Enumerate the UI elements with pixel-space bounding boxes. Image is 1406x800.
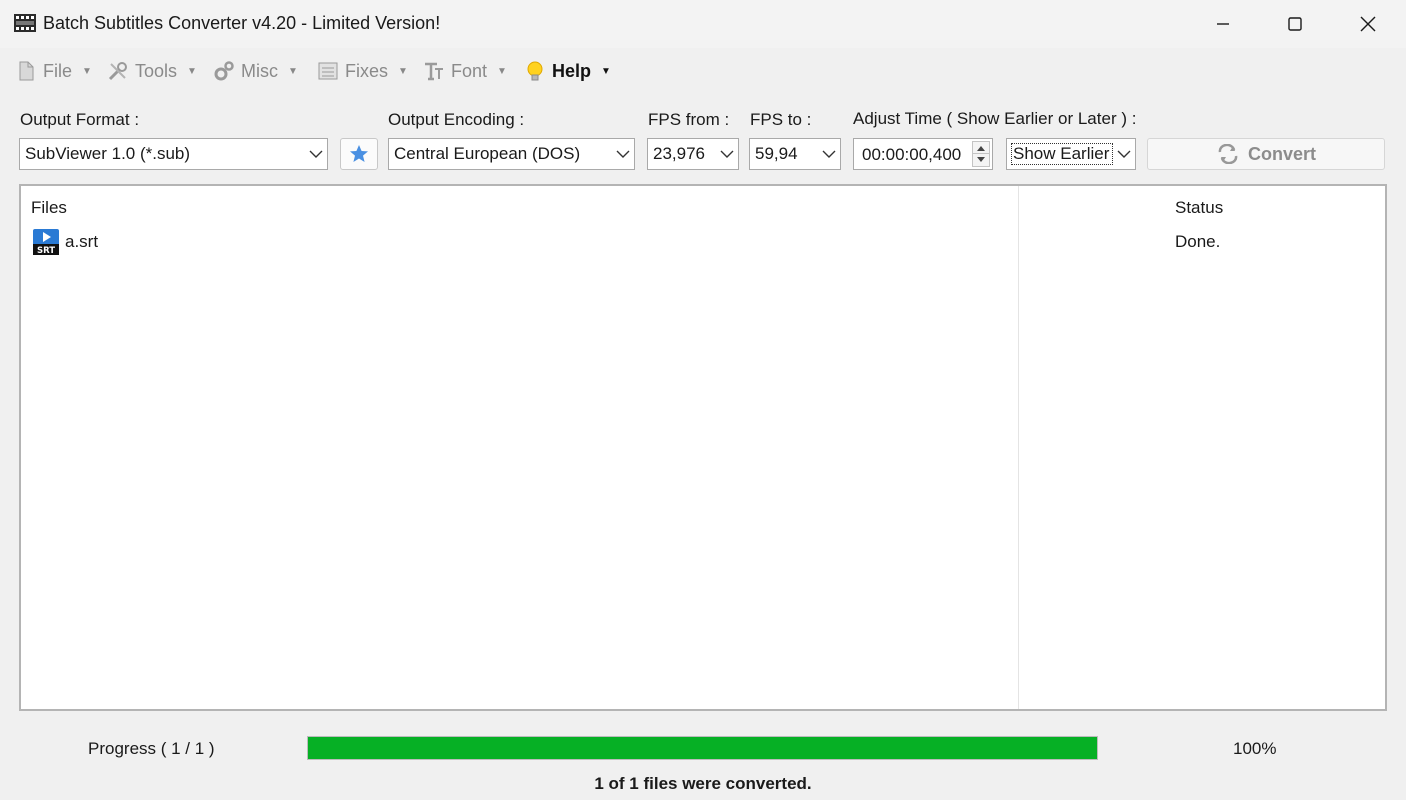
chevron-down-icon: ▼ [82, 65, 92, 77]
menu-file[interactable]: File ▼ [15, 58, 92, 84]
menu-font-label: Font [451, 60, 488, 81]
time-spinner [972, 141, 990, 167]
file-name: a.srt [65, 232, 99, 251]
refresh-icon [1218, 144, 1238, 164]
menu-help[interactable]: Help ▼ [524, 58, 611, 84]
fps-to-label: FPS to : [750, 110, 812, 129]
output-format-select[interactable]: SubViewer 1.0 (*.sub) [19, 138, 328, 170]
star-icon [350, 145, 368, 162]
output-encoding-label: Output Encoding : [388, 110, 525, 129]
maximize-button[interactable] [1260, 0, 1330, 48]
column-divider[interactable] [1018, 186, 1019, 709]
chevron-down-icon [305, 139, 327, 169]
file-status: Done. [1175, 232, 1221, 251]
title-bar: Batch Subtitles Converter v4.20 - Limite… [0, 0, 1406, 48]
srt-file-icon: SRT [33, 229, 59, 255]
chevron-down-icon [612, 139, 634, 169]
chevron-down-icon: ▼ [288, 65, 298, 77]
favorite-button[interactable] [340, 138, 378, 170]
menu-bar: File ▼ Tools ▼ Misc ▼ Fixes ▼ Font ▼ Hel… [0, 48, 1406, 92]
file-icon [19, 61, 34, 81]
menu-misc[interactable]: Misc ▼ [213, 58, 298, 84]
lightbulb-icon [527, 61, 543, 81]
chevron-down-icon [1113, 139, 1135, 169]
window-title: Batch Subtitles Converter v4.20 - Limite… [43, 13, 441, 33]
menu-misc-label: Misc [241, 60, 278, 81]
triangle-down-icon [977, 157, 985, 162]
chevron-down-icon: ▼ [497, 65, 507, 77]
menu-fixes-label: Fixes [345, 60, 389, 81]
time-direction-select[interactable]: Show Earlier [1006, 138, 1136, 170]
list-header: Files Status [21, 186, 1385, 228]
font-icon [425, 62, 443, 81]
table-row[interactable]: SRT a.srt Done. [21, 229, 1385, 256]
main-panel: Output Format : Output Encoding : FPS fr… [0, 92, 1406, 800]
maximize-icon [1288, 17, 1302, 31]
minimize-button[interactable] [1188, 0, 1258, 48]
time-direction-value: Show Earlier [1011, 143, 1113, 165]
gears-icon [214, 61, 234, 81]
fps-from-value: 23,976 [653, 144, 705, 163]
tools-icon [108, 62, 127, 81]
spin-up-button[interactable] [973, 142, 989, 154]
convert-label: Convert [1247, 143, 1316, 164]
svg-text:SRT: SRT [37, 246, 55, 255]
column-files[interactable]: Files [31, 198, 67, 218]
list-icon [318, 62, 338, 80]
column-status[interactable]: Status [1175, 198, 1223, 218]
convert-button[interactable]: Convert [1147, 138, 1385, 170]
chevron-down-icon [716, 139, 738, 169]
fps-from-select[interactable]: 23,976 [647, 138, 739, 170]
chevron-down-icon: ▼ [187, 65, 197, 77]
close-icon [1360, 16, 1376, 32]
menu-tools-label: Tools [135, 60, 178, 81]
minimize-icon [1217, 23, 1229, 25]
output-encoding-value: Central European (DOS) [394, 144, 581, 163]
files-list[interactable]: Files Status SRT a.srt Done. [19, 184, 1387, 711]
chevron-down-icon: ▼ [601, 65, 611, 77]
menu-file-label: File [43, 60, 73, 81]
close-button[interactable] [1333, 0, 1403, 48]
chevron-down-icon [818, 139, 840, 169]
progress-bar [307, 736, 1098, 760]
progress-percent: 100% [1233, 739, 1277, 758]
output-format-value: SubViewer 1.0 (*.sub) [25, 144, 191, 163]
menu-tools[interactable]: Tools ▼ [107, 58, 197, 84]
film-strip-icon [14, 14, 36, 32]
adjust-time-label: Adjust Time ( Show Earlier or Later ) : [853, 109, 1137, 128]
adjust-time-input[interactable]: 00:00:00,400 [853, 138, 993, 170]
fps-to-select[interactable]: 59,94 [749, 138, 841, 170]
menu-fixes[interactable]: Fixes ▼ [317, 58, 408, 84]
fps-from-label: FPS from : [648, 110, 730, 129]
adjust-time-value: 00:00:00,400 [862, 145, 962, 164]
conversion-status-message: 1 of 1 files were converted. [594, 774, 812, 793]
output-format-label: Output Format : [20, 110, 140, 129]
progress-label: Progress ( 1 / 1 ) [88, 739, 215, 758]
progress-fill [308, 737, 1097, 759]
menu-help-label: Help [552, 60, 592, 81]
menu-font[interactable]: Font ▼ [423, 58, 507, 84]
triangle-up-icon [977, 145, 985, 151]
spin-down-button[interactable] [973, 154, 989, 166]
chevron-down-icon: ▼ [398, 65, 408, 77]
fps-to-value: 59,94 [755, 144, 798, 163]
output-encoding-select[interactable]: Central European (DOS) [388, 138, 635, 170]
